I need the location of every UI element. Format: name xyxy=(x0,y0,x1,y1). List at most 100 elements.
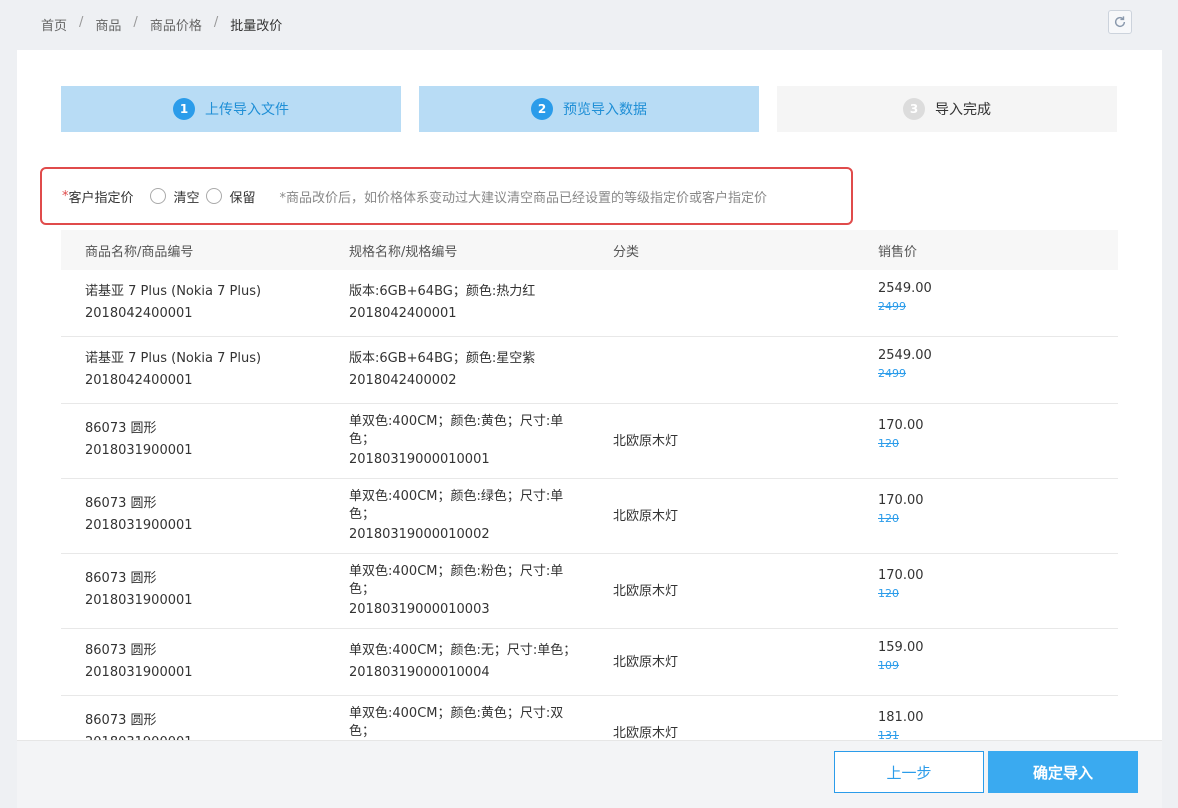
step-label: 预览导入数据 xyxy=(563,102,647,118)
new-price: 181.00 xyxy=(878,710,924,725)
category: 北欧原木灯 xyxy=(613,726,679,741)
table-row: 86073 圆形 2018031900001 单双色:400CM；颜色:绿色；尺… xyxy=(61,479,1118,554)
cell-name: 诺基亚 7 Plus (Nokia 7 Plus) 2018042400001 xyxy=(85,281,261,325)
step-complete: 3 导入完成 xyxy=(777,86,1117,132)
table-row: 诺基亚 7 Plus (Nokia 7 Plus) 2018042400001 … xyxy=(61,337,1118,404)
radio-keep[interactable] xyxy=(205,188,222,204)
new-price: 170.00 xyxy=(878,568,924,583)
cell-name: 诺基亚 7 Plus (Nokia 7 Plus) 2018042400001 xyxy=(85,348,261,392)
new-price: 2549.00 xyxy=(878,281,932,296)
new-price: 170.00 xyxy=(878,493,924,508)
table-row: 86073 圆形 2018031900001 单双色:400CM；颜色:粉色；尺… xyxy=(61,554,1118,629)
main-panel: 1 上传导入文件 2 预览导入数据 3 导入完成 * 客户指定价 清空 保留 *… xyxy=(17,50,1162,808)
spec-code: 20180319000010001 xyxy=(349,452,490,467)
old-price: 2499 xyxy=(878,367,906,380)
product-name: 86073 圆形 xyxy=(85,421,157,436)
new-price: 159.00 xyxy=(878,640,924,655)
table-row: 86073 圆形 2018031900001 单双色:400CM；颜色:黄色；尺… xyxy=(61,404,1118,479)
cell-price: 181.00 131 xyxy=(878,708,924,744)
cell-spec: 版本:6GB+64BG；颜色:热力红 2018042400001 xyxy=(349,281,535,325)
cell-spec: 单双色:400CM；颜色:黄色；尺寸:双色； xyxy=(349,705,589,741)
preview-table: 商品名称/商品编号 规格名称/规格编号 分类 销售价 诺基亚 7 Plus (N… xyxy=(61,230,1118,756)
spec-name: 单双色:400CM；颜色:绿色；尺寸:单色； xyxy=(349,489,564,522)
product-code: 2018042400001 xyxy=(85,373,193,388)
spec-code: 2018042400002 xyxy=(349,373,457,388)
cell-spec: 单双色:400CM；颜色:黄色；尺寸:单色； 20180319000010001 xyxy=(349,413,589,471)
step-progress: 1 上传导入文件 2 预览导入数据 3 导入完成 xyxy=(61,86,1118,132)
previous-step-button[interactable]: 上一步 xyxy=(834,751,984,793)
spec-name: 版本:6GB+64BG；颜色:热力红 xyxy=(349,284,536,299)
old-price: 120 xyxy=(878,512,899,525)
cell-price: 2549.00 2499 xyxy=(878,346,932,382)
step-number: 3 xyxy=(903,98,925,120)
step-number: 2 xyxy=(531,98,553,120)
breadcrumb-separator: / xyxy=(213,15,219,30)
cell-name: 86073 圆形 2018031900001 xyxy=(85,568,193,612)
radio-clear-label[interactable]: 清空 xyxy=(174,187,200,206)
category: 北欧原木灯 xyxy=(613,655,679,670)
product-code: 2018031900001 xyxy=(85,518,193,533)
refresh-icon xyxy=(1114,16,1126,28)
spec-code: 20180319000010002 xyxy=(349,527,490,542)
product-name: 86073 圆形 xyxy=(85,571,157,586)
breadcrumb-home[interactable]: 首页 xyxy=(41,15,67,34)
old-price: 120 xyxy=(878,587,899,600)
radio-clear[interactable] xyxy=(149,188,166,204)
category: 北欧原木灯 xyxy=(613,584,679,599)
spec-name: 单双色:400CM；颜色:无；尺寸:单色； xyxy=(349,643,577,658)
confirm-import-button[interactable]: 确定导入 xyxy=(988,751,1138,793)
product-name: 86073 圆形 xyxy=(85,713,157,728)
step-number: 1 xyxy=(173,98,195,120)
step-preview: 2 预览导入数据 xyxy=(419,86,759,132)
breadcrumb-separator: / xyxy=(79,15,84,30)
step-label: 导入完成 xyxy=(935,102,991,118)
cell-name: 86073 圆形 2018031900001 xyxy=(85,493,193,537)
breadcrumb-separator: / xyxy=(133,15,138,30)
breadcrumb-goods[interactable]: 商品 xyxy=(95,15,121,34)
header-category: 分类 xyxy=(613,244,640,260)
radio-keep-label[interactable]: 保留 xyxy=(230,187,256,206)
cell-price: 170.00 120 xyxy=(878,416,924,452)
customer-price-option: * 客户指定价 清空 保留 *商品改价后，如价格体系变动过大建议清空商品已经设置… xyxy=(40,167,853,225)
cell-spec: 单双色:400CM；颜色:无；尺寸:单色； 20180319000010004 xyxy=(349,640,576,684)
category: 北欧原木灯 xyxy=(613,509,679,524)
table-header: 商品名称/商品编号 规格名称/规格编号 分类 销售价 xyxy=(61,230,1118,270)
step-label: 上传导入文件 xyxy=(205,102,289,118)
header-name: 商品名称/商品编号 xyxy=(85,244,194,260)
product-code: 2018031900001 xyxy=(85,593,193,608)
table-row: 诺基亚 7 Plus (Nokia 7 Plus) 2018042400001 … xyxy=(61,270,1118,337)
cell-spec: 版本:6GB+64BG；颜色:星空紫 2018042400002 xyxy=(349,348,535,392)
cell-price: 159.00 109 xyxy=(878,638,924,674)
product-code: 2018031900001 xyxy=(85,665,193,680)
spec-name: 单双色:400CM；颜色:黄色；尺寸:双色； xyxy=(349,706,564,739)
product-name: 诺基亚 7 Plus (Nokia 7 Plus) xyxy=(85,284,262,299)
product-name: 86073 圆形 xyxy=(85,643,157,658)
spec-code: 2018042400001 xyxy=(349,306,457,321)
cell-price: 2549.00 2499 xyxy=(878,279,932,315)
breadcrumb: 首页 / 商品 / 商品价格 / 批量改价 xyxy=(41,15,282,34)
category: 北欧原木灯 xyxy=(613,434,679,449)
spec-name: 版本:6GB+64BG；颜色:星空紫 xyxy=(349,351,536,366)
cell-name: 86073 圆形 2018031900001 xyxy=(85,640,193,684)
refresh-button[interactable] xyxy=(1108,10,1132,34)
cell-name: 86073 圆形 2018031900001 xyxy=(85,418,193,462)
new-price: 2549.00 xyxy=(878,348,932,363)
step-upload: 1 上传导入文件 xyxy=(61,86,401,132)
top-bar: 首页 / 商品 / 商品价格 / 批量改价 xyxy=(0,0,1178,48)
product-name: 86073 圆形 xyxy=(85,496,157,511)
option-label: 客户指定价 xyxy=(68,190,134,206)
product-name: 诺基亚 7 Plus (Nokia 7 Plus) xyxy=(85,351,262,366)
spec-name: 单双色:400CM；颜色:粉色；尺寸:单色； xyxy=(349,564,564,597)
footer-bar: 上一步 确定导入 xyxy=(17,740,1162,808)
old-price: 120 xyxy=(878,437,899,450)
product-code: 2018031900001 xyxy=(85,443,193,458)
old-price: 2499 xyxy=(878,300,906,313)
cell-spec: 单双色:400CM；颜色:绿色；尺寸:单色； 20180319000010002 xyxy=(349,488,589,546)
spec-code: 20180319000010003 xyxy=(349,602,490,617)
cell-price: 170.00 120 xyxy=(878,566,924,602)
header-price: 销售价 xyxy=(878,244,918,260)
breadcrumb-goods-price[interactable]: 商品价格 xyxy=(150,15,202,34)
header-spec: 规格名称/规格编号 xyxy=(349,244,458,260)
old-price: 109 xyxy=(878,659,899,672)
new-price: 170.00 xyxy=(878,418,924,433)
